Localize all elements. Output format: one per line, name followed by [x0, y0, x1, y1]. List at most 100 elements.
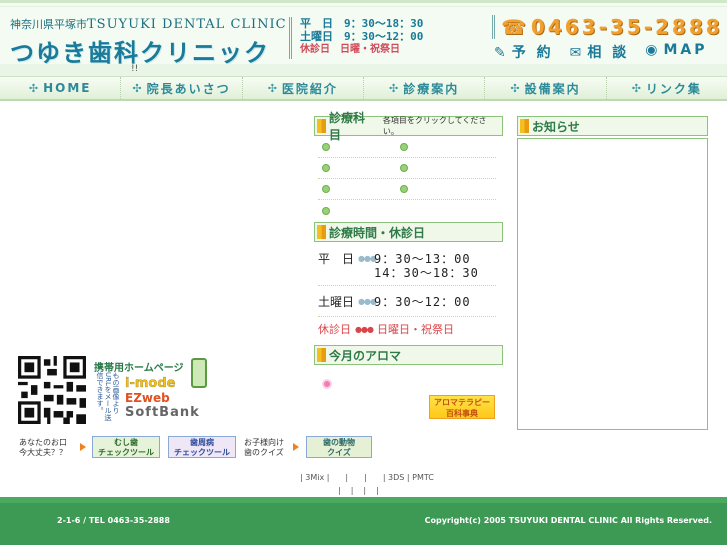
dots-icon: ●●●: [358, 253, 377, 263]
news-box: [517, 138, 708, 430]
green-dot-icon: [400, 164, 408, 172]
caries-check-line2: チェックツール: [98, 448, 154, 457]
green-dot-icon: [400, 185, 408, 193]
medical-item[interactable]: [318, 143, 396, 151]
header-links: ✎ 予 約 ✉ 相 談 ◉ MAP: [494, 42, 707, 62]
medical-row: [318, 158, 496, 179]
footer-links-row1[interactable]: | 3Mix | | | | 3DS | PMTC: [300, 472, 434, 483]
closed-days: 日曜・祝祭日: [340, 44, 400, 55]
clinic-logo[interactable]: つゆき歯科クリニック: [10, 33, 270, 68]
section-bullet-icon: [520, 119, 529, 133]
softbank-link[interactable]: SoftBank: [125, 405, 200, 420]
weekday-label: 平 日: [318, 251, 355, 266]
section-bullet-icon: [317, 119, 326, 133]
nav-equipment[interactable]: ✣ 設備案内: [485, 77, 607, 99]
weekday-afternoon: 14：30～18：30: [374, 265, 479, 280]
telephone-icon: ☎: [501, 15, 529, 39]
footer-links-row2: ||||: [338, 486, 389, 495]
consultation-link[interactable]: ✉ 相 談: [570, 42, 630, 62]
weekday-time: 9：30～18：30: [344, 17, 424, 30]
aroma-encyclopedia-button[interactable]: アロマテラピー 百科事典: [429, 395, 495, 419]
nav-greeting[interactable]: ✣ 院長あいさつ: [121, 77, 243, 99]
nav-links-label: リンク集: [645, 81, 702, 96]
medical-item[interactable]: [318, 206, 396, 215]
consultation-label: 相 談: [587, 45, 630, 61]
medical-item[interactable]: [318, 185, 396, 193]
main-nav: ✣ HOME ✣ 院長あいさつ ✣ 医院紹介 ✣ 診療案内 ✣ 設備案内 ✣ リンク集: [0, 76, 727, 101]
medical-items: [318, 137, 496, 221]
mobile-phone-icon: [191, 358, 207, 388]
caries-check-line1: むし歯: [114, 438, 138, 447]
arrow-right-icon: [293, 443, 299, 451]
closed-label: 休診日: [318, 323, 351, 336]
periodontal-check-line2: チェックツール: [174, 448, 230, 457]
nav-greeting-label: 院長あいさつ: [146, 81, 231, 96]
medical-item[interactable]: [396, 143, 474, 151]
nav-home-label: HOME: [43, 81, 92, 95]
teeth-animal-quiz-button[interactable]: 歯の動物 クイズ: [306, 436, 372, 458]
mouth-check-line1: あなたのお口: [19, 438, 67, 447]
caries-check-tool-button[interactable]: むし歯 チェックツール: [92, 436, 160, 458]
qr-code: [18, 356, 86, 424]
map-link[interactable]: ◉ MAP: [645, 42, 707, 62]
closed-label: 休診日: [300, 44, 330, 55]
periodontal-check-tool-button[interactable]: 歯周病 チェックツール: [168, 436, 236, 458]
medical-item[interactable]: [396, 164, 474, 172]
nav-clinic-intro-label: 医院紹介: [281, 81, 338, 96]
medical-item[interactable]: [318, 164, 396, 172]
mouth-check-text: あなたのお口 今大丈夫？？: [19, 438, 67, 458]
footer-copyright: Copyright(c) 2005 TSUYUKI DENTAL CLINIC …: [424, 516, 712, 525]
kids-quiz-line1: お子様向け: [244, 438, 284, 447]
reservation-label: 予 約: [511, 45, 554, 61]
separator-mark: !!: [131, 64, 139, 74]
nav-equipment-label: 設備案内: [524, 81, 581, 96]
reservation-link[interactable]: ✎ 予 約: [494, 42, 554, 62]
ezweb-link[interactable]: EZweb: [125, 391, 170, 405]
saturday-row: 土曜日 ●●● 9：30～12：00: [318, 286, 496, 317]
imode-link[interactable]: i-mode: [125, 376, 176, 391]
header-stripe: [0, 6, 727, 7]
medical-row: [318, 179, 496, 200]
green-dot-icon: [322, 164, 330, 172]
footer-band: [0, 497, 727, 503]
plus-icon: ✣: [389, 81, 401, 95]
map-label: MAP: [663, 42, 708, 58]
weekday-row: 平 日 ●●● 9：30～13：00 14：30～18：30: [318, 247, 496, 286]
plus-icon: ✣: [28, 81, 41, 95]
green-dot-icon: [322, 143, 330, 151]
dots-icon: ●●●: [355, 324, 374, 334]
news-section-header: お知らせ: [517, 116, 708, 136]
medical-section-header: 診療科目 各項目をクリックしてください。: [314, 111, 503, 142]
clinic-subtitle: 神奈川県平塚市TSUYUKI DENTAL CLINIC: [10, 16, 287, 32]
hours-section-header: 診療時間・休診日: [314, 222, 503, 242]
aroma-item[interactable]: [322, 379, 332, 389]
site-header: 神奈川県平塚市TSUYUKI DENTAL CLINIC つゆき歯科クリニック …: [0, 0, 727, 67]
nav-links[interactable]: ✣ リンク集: [607, 77, 727, 99]
medical-row: [318, 200, 496, 221]
closed-row: 休診日 ●●● 日曜日・祝祭日: [318, 317, 496, 341]
phone-text: 0463-35-2888: [530, 15, 723, 39]
nav-clinic-intro[interactable]: ✣ 医院紹介: [243, 77, 364, 99]
globe-icon: ◉: [645, 42, 661, 58]
animal-quiz-line2: クイズ: [327, 448, 351, 457]
green-dot-icon: [400, 143, 408, 151]
medical-section-note: 各項目をクリックしてください。: [382, 116, 487, 136]
clinic-location: 神奈川県平塚市: [10, 18, 87, 31]
weekday-label: 平 日: [300, 17, 333, 30]
dots-icon: ●●●: [358, 296, 377, 306]
pen-icon: ✎: [494, 45, 509, 61]
phone-number: ☎ 0463-35-2888: [492, 15, 723, 39]
aroma-button-line1: アロマテラピー: [434, 398, 490, 407]
aroma-section-header: 今月のアロマ: [314, 345, 503, 365]
mobile-instruction: もの画像より URLをメール送信できます。: [96, 372, 120, 421]
green-dot-icon: [322, 206, 330, 215]
closed-days: 日曜日・祝祭日: [376, 323, 454, 336]
medical-item[interactable]: [396, 185, 474, 193]
header-hours: 平 日 9：30～18：30 土曜日 9：30～12：00 休診日 日曜・祝祭日: [289, 17, 477, 59]
nav-separator: !!: [0, 64, 727, 76]
hours-table: 平 日 ●●● 9：30～13：00 14：30～18：30 土曜日 ●●● 9：30～…: [318, 247, 496, 341]
aroma-section-title: 今月のアロマ: [329, 348, 402, 363]
nav-treatment[interactable]: ✣ 診療案内: [364, 77, 486, 99]
hours-section-title: 診療時間・休診日: [329, 225, 426, 240]
nav-home[interactable]: ✣ HOME: [0, 77, 122, 99]
